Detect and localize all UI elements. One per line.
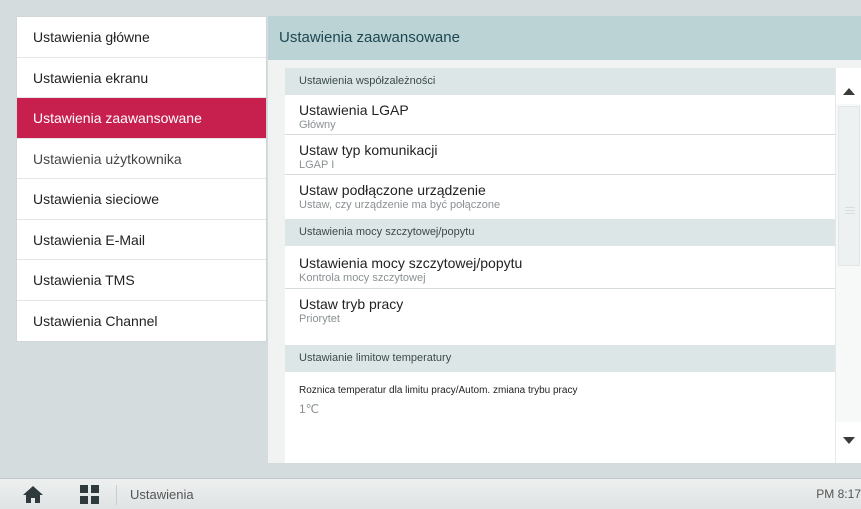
- setting-row-temperature-difference[interactable]: Roznica temperatur dla limitu pracy/Auto…: [285, 372, 835, 425]
- setting-value: Kontrola mocy szczytowej: [299, 272, 426, 284]
- section-header-interdependency: Ustawienia współzależności: [285, 68, 835, 95]
- menu-item-user-settings[interactable]: Ustawienia użytkownika: [17, 139, 266, 179]
- menu-item-email-settings[interactable]: Ustawienia E-Mail: [17, 220, 266, 260]
- home-button[interactable]: [20, 483, 46, 507]
- menu-item-network-settings[interactable]: Ustawienia sieciowe: [17, 179, 266, 220]
- scroll-down-button[interactable]: [836, 427, 861, 453]
- advanced-settings-panel: Ustawienia zaawansowane Ustawienia współ…: [268, 16, 861, 463]
- divider: [116, 485, 117, 505]
- setting-row-operation-mode[interactable]: Ustaw tryb pracy Priorytet: [285, 289, 835, 345]
- menu-item-main-settings[interactable]: Ustawienia główne: [17, 17, 266, 58]
- setting-title: Ustaw typ komunikacji: [299, 142, 438, 158]
- scroll-track[interactable]: [836, 104, 861, 422]
- setting-row-lgap[interactable]: Ustawienia LGAP Główny: [285, 95, 835, 135]
- setting-title: Ustaw podłączone urządzenie: [299, 182, 486, 198]
- setting-row-communication-type[interactable]: Ustaw typ komunikacji LGAP I: [285, 135, 835, 175]
- apps-button[interactable]: [80, 485, 100, 505]
- menu-item-tms-settings[interactable]: Ustawienia TMS: [17, 260, 266, 301]
- setting-title: Ustawienia mocy szczytowej/popytu: [299, 255, 523, 271]
- setting-title: Ustaw tryb pracy: [299, 296, 404, 312]
- setting-value: Główny: [299, 119, 336, 131]
- triangle-up-icon: [843, 87, 855, 95]
- scrollbar[interactable]: [835, 68, 861, 463]
- grip-icon: [845, 207, 855, 216]
- setting-title: Roznica temperatur dla limitu pracy/Auto…: [299, 385, 578, 396]
- menu-item-screen-settings[interactable]: Ustawienia ekranu: [17, 58, 266, 98]
- bottom-bar-title: Ustawienia: [130, 487, 194, 502]
- triangle-down-icon: [843, 436, 855, 444]
- section-header-temperature-limits: Ustawianie limitow temperatury: [285, 345, 835, 372]
- setting-value: Ustaw, czy urządzenie ma być połączone: [299, 199, 501, 211]
- panel-title: Ustawienia zaawansowane: [268, 16, 861, 60]
- setting-row-peak-demand[interactable]: Ustawienia mocy szczytowej/popytu Kontro…: [285, 246, 835, 289]
- setting-value: Priorytet: [299, 313, 340, 325]
- clock: PM 8:17: [816, 487, 861, 501]
- setting-value: 1℃: [299, 402, 320, 416]
- scroll-up-button[interactable]: [836, 78, 861, 104]
- setting-row-connected-device[interactable]: Ustaw podłączone urządzenie Ustaw, czy u…: [285, 175, 835, 219]
- scroll-thumb[interactable]: [838, 106, 860, 266]
- setting-title: Ustawienia LGAP: [299, 102, 409, 118]
- home-icon: [23, 486, 43, 503]
- setting-value: LGAP I: [299, 159, 335, 171]
- menu-item-advanced-settings[interactable]: Ustawienia zaawansowane: [17, 98, 266, 139]
- menu-item-channel-settings[interactable]: Ustawienia Channel: [17, 301, 266, 342]
- section-header-peak-demand: Ustawienia mocy szczytowej/popytu: [285, 219, 835, 246]
- bottom-bar: Ustawienia PM 8:17: [0, 478, 861, 509]
- settings-list: Ustawienia współzależności Ustawienia LG…: [285, 68, 835, 463]
- settings-menu: Ustawienia główne Ustawienia ekranu Usta…: [16, 16, 267, 342]
